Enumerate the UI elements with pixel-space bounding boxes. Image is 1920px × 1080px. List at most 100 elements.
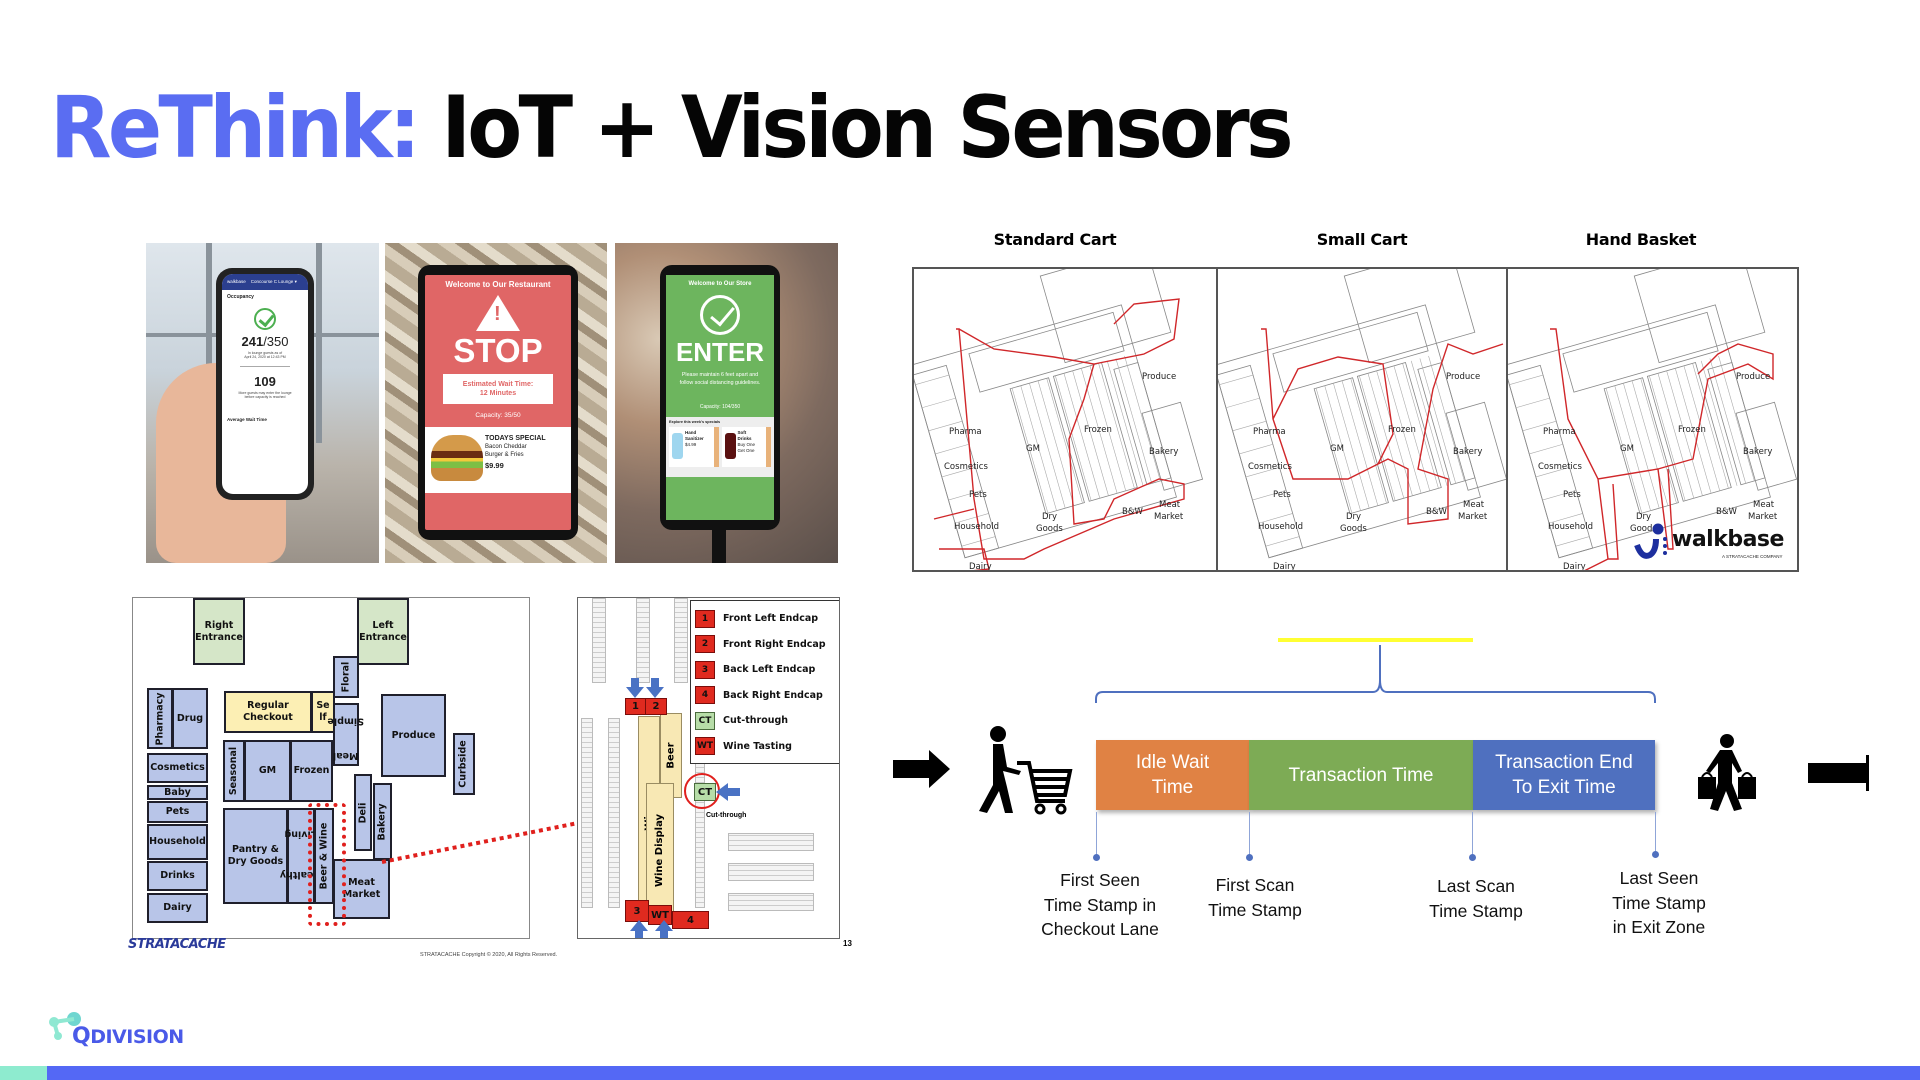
cut-through-highlight — [684, 773, 720, 809]
callout-dotted-line — [381, 821, 579, 864]
map-label-produce: Produce — [1142, 372, 1176, 382]
map-label-goods: Goods — [1036, 524, 1063, 534]
legend-item: 1 Front Left Endcap — [695, 606, 835, 632]
map-label-frozen: Frozen — [1678, 425, 1706, 435]
stop-screen: Welcome to Our Restaurant STOP Estimated… — [425, 275, 571, 530]
legend-item: 2 Front Right Endcap — [695, 632, 835, 658]
legend-key: 3 — [695, 660, 715, 679]
entry-arrow-up-icon — [630, 920, 648, 931]
qdivision-logo: QDIVISION — [72, 1024, 184, 1049]
legend-key: WT — [695, 737, 715, 756]
marker-line — [1472, 812, 1473, 857]
footer-bar-blue — [47, 1066, 1920, 1080]
marker-label: First Scan Time Stamp — [1155, 873, 1355, 922]
aisle-line — [1037, 380, 1075, 506]
zone-regular-checkout: Regular Checkout — [224, 691, 312, 733]
highlight-bar — [1278, 638, 1473, 642]
marker-dot — [1093, 854, 1100, 861]
beer-wine-detail-plan: Wine Beer Wine Display 1 2 3 WT 4 CT Cut… — [577, 597, 840, 939]
aisle-line — [915, 374, 950, 385]
endcap-legend: 1 Front Left Endcap 2 Front Right Endcap 3… — [690, 600, 839, 764]
aisle-line — [1219, 374, 1254, 385]
beer-wine-highlight — [308, 803, 346, 926]
special-line: Burger & Fries — [485, 452, 524, 458]
heatmap-title-standard-cart: Standard Cart — [993, 230, 1117, 249]
exit-arrow-icon — [1808, 755, 1869, 791]
map-label-pets: Pets — [1273, 490, 1291, 500]
aisle-line — [1515, 397, 1550, 409]
map-label-cosmetics: Cosmetics — [944, 462, 988, 472]
soda-image — [724, 433, 736, 459]
shelf — [728, 863, 814, 881]
phone-screen: walkbase Concourse C Lounge ▾ Occupancy … — [222, 274, 308, 494]
marker-label: Last Seen Time Stamp in Exit Zone — [1559, 866, 1759, 940]
weekly-specials: Explore this week's specials Hand Saniti… — [666, 417, 774, 477]
total-time-brace — [1095, 645, 1656, 703]
shopper-with-bags-icon — [1698, 734, 1756, 811]
map-label-bakery: Bakery — [1149, 447, 1178, 457]
occupancy-value: 241 — [241, 334, 264, 349]
segment-idle-wait: Idle Wait Time — [1096, 740, 1249, 810]
divider — [240, 366, 290, 367]
aisle-line — [1529, 443, 1563, 455]
enter-tablet: Welcome to Our Store ENTER Please mainta… — [660, 265, 780, 530]
segment-label-line: Transaction Time — [1288, 764, 1434, 786]
aisle-line — [1265, 536, 1300, 547]
app-header: walkbase Concourse C Lounge ▾ — [222, 274, 308, 290]
walkbase-wordmark: walkbase — [1672, 527, 1784, 552]
map-label-goods: Goods — [1340, 524, 1367, 534]
map-label-pets: Pets — [969, 490, 987, 500]
aisle-line — [1509, 374, 1544, 385]
legend-item: CT Cut-through — [695, 708, 835, 734]
map-label-meat: Meat — [1463, 500, 1485, 510]
aisle-line — [1631, 380, 1669, 506]
map-label-household: Household — [954, 522, 999, 532]
stop-tablet: Welcome to Our Restaurant STOP Estimated… — [418, 265, 578, 540]
zone-curbside: Curbside — [453, 733, 475, 795]
segment-label: Idle Wait Time — [1136, 750, 1209, 800]
check-circle-icon — [254, 308, 276, 330]
marker-label-line: First Scan — [1215, 875, 1295, 895]
logo-q: Q — [72, 1024, 91, 1049]
legend-key: 1 — [695, 609, 715, 628]
legend-label: Cut-through — [723, 715, 789, 727]
legend-label: Front Right Endcap — [723, 638, 826, 650]
heatmap-title-small-cart: Small Cart — [1316, 230, 1408, 249]
stop-word: STOP — [453, 332, 543, 369]
segment-exit: Transaction End To Exit Time — [1473, 740, 1655, 810]
zone-gm: GM — [244, 740, 291, 802]
walkbase-logo: walkbase A STRATACACHE COMPANY — [1634, 523, 1784, 563]
marker-label-line: Time Stamp — [1208, 899, 1302, 920]
location-select: Concourse C Lounge — [250, 279, 294, 284]
copyright-text: STRATACACHE Copyright © 2020, All Rights… — [420, 952, 558, 958]
segment-label-line: Transaction End — [1495, 752, 1633, 773]
map-label-frozen: Frozen — [1388, 425, 1416, 435]
entry-arrow-down-icon — [626, 687, 644, 698]
aisle-line — [961, 536, 996, 547]
map-label-produce: Produce — [1736, 372, 1770, 382]
legend-key: 4 — [695, 686, 715, 705]
special-title: TODAYS SPECIAL — [485, 435, 546, 442]
zone-drug: Drug — [172, 688, 208, 749]
title-rest: IoT + Vision Sensors — [417, 78, 1293, 178]
cut-through-label: Cut-through — [706, 812, 747, 819]
occupancy-caption: In lounge guests as of April 24, 2020 at … — [222, 351, 308, 359]
occupancy-count: 241/350 — [222, 334, 308, 349]
todays-special: TODAYS SPECIAL Bacon Cheddar Burger & Fr… — [425, 427, 571, 493]
enter-screen: Welcome to Our Store ENTER Please mainta… — [666, 275, 774, 520]
heatmap-standard-cart: Produce Pharma GM Frozen Bakery Cosmetics Pets… — [914, 269, 1216, 570]
zone-pets: Pets — [147, 801, 208, 823]
heatmap-small-cart: Produce Pharma GM Frozen Bakery Cosmetics Pets… — [1218, 269, 1506, 570]
special-card-sanitizer: Hand Sanitizer $4.99 — [669, 427, 719, 467]
enter-welcome: Welcome to Our Store — [688, 281, 752, 287]
segment-transaction: Transaction Time — [1249, 740, 1473, 810]
store-floor-plan: Right Entrance Left Entrance Regular Checko… — [132, 597, 530, 939]
map-label-bw: B&W — [1122, 507, 1143, 517]
shelf — [674, 598, 688, 683]
map-label-pharma: Pharma — [949, 427, 982, 437]
stratacache-logo: STRATACACHE — [128, 937, 226, 952]
shopper-with-cart-icon — [979, 726, 1073, 815]
marker-line — [1096, 812, 1097, 857]
sign-pole — [712, 528, 726, 563]
map-outline — [1343, 269, 1476, 364]
